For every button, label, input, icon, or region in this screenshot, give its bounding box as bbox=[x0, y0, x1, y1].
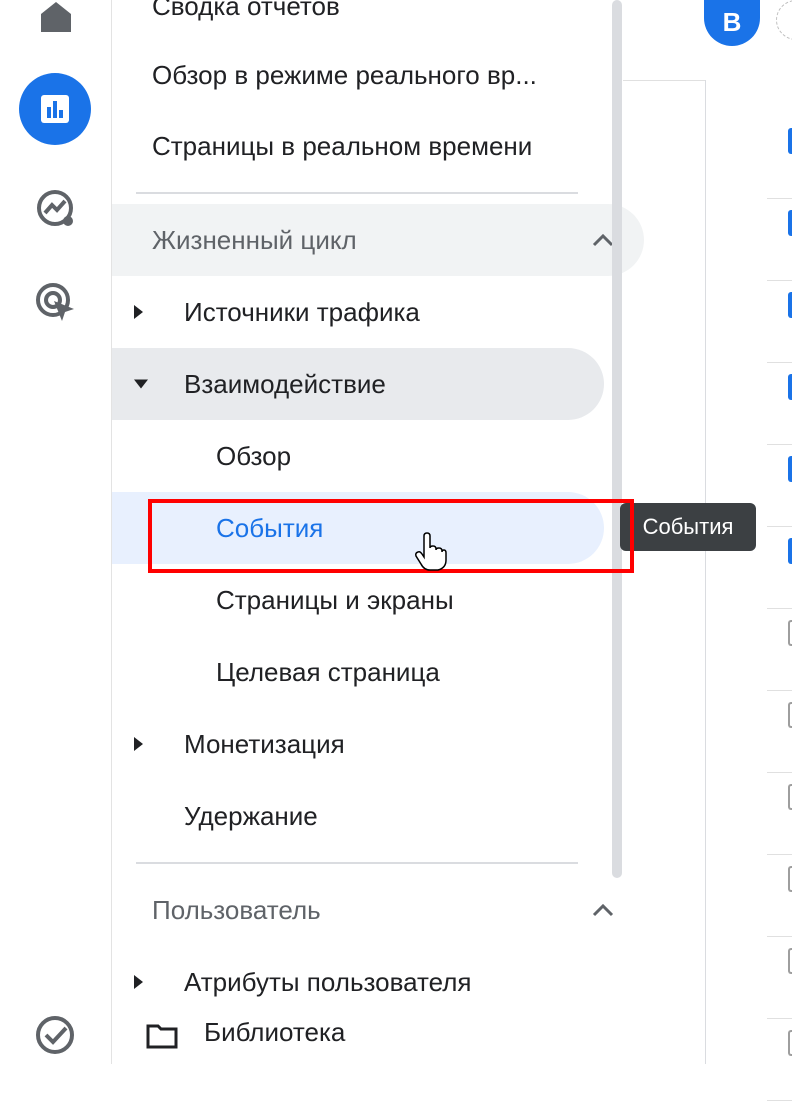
highlight-box bbox=[148, 499, 634, 573]
section-header-user[interactable]: Пользователь bbox=[112, 874, 644, 946]
row-checkbox[interactable] bbox=[788, 1030, 792, 1056]
home-icon[interactable] bbox=[36, 0, 76, 36]
row-checkbox[interactable] bbox=[788, 374, 792, 400]
nav-item-label: Удержание bbox=[184, 800, 318, 831]
row-checkbox[interactable] bbox=[788, 784, 792, 810]
nav-scrollbar[interactable] bbox=[612, 0, 622, 878]
caret-right-icon bbox=[134, 975, 143, 989]
nav-item-engagement[interactable]: Взаимодействие bbox=[112, 348, 604, 420]
table-row-divider bbox=[767, 690, 792, 691]
nav-item-label: Целевая страница bbox=[216, 656, 440, 687]
section-title: Жизненный цикл bbox=[152, 224, 357, 255]
hand-cursor-icon bbox=[415, 532, 447, 571]
section-header-lifecycle[interactable]: Жизненный цикл bbox=[112, 204, 644, 276]
row-checkbox[interactable] bbox=[788, 128, 792, 154]
table-row-divider bbox=[767, 608, 792, 609]
table-row-divider bbox=[767, 936, 792, 937]
nav-item-label: Источники трафика bbox=[184, 296, 420, 327]
table-row-divider bbox=[767, 198, 792, 199]
table-row-divider bbox=[767, 1018, 792, 1019]
explore-icon[interactable] bbox=[34, 187, 76, 229]
row-checkbox[interactable] bbox=[788, 948, 792, 974]
nav-item-label: Страницы в реальном времени bbox=[152, 130, 533, 161]
row-checkbox[interactable] bbox=[788, 456, 792, 482]
row-checkbox[interactable] bbox=[788, 538, 792, 564]
section-title: Пользователь bbox=[152, 894, 321, 925]
nav-item-label: Сводка отчетов bbox=[152, 0, 340, 21]
caret-right-icon bbox=[134, 305, 143, 319]
nav-item-landing-page[interactable]: Целевая страница bbox=[112, 636, 604, 708]
admin-check-icon[interactable] bbox=[34, 1014, 76, 1056]
chevron-up-icon bbox=[592, 233, 614, 247]
nav-item-retention[interactable]: Удержание bbox=[112, 780, 604, 852]
table-row-divider bbox=[767, 444, 792, 445]
row-checkbox[interactable] bbox=[788, 292, 792, 318]
caret-down-icon bbox=[134, 379, 148, 389]
row-checkbox[interactable] bbox=[788, 702, 792, 728]
report-table-panel bbox=[705, 80, 792, 1064]
row-checkbox[interactable] bbox=[788, 866, 792, 892]
tooltip: События bbox=[620, 503, 756, 551]
row-checkbox[interactable] bbox=[788, 210, 792, 236]
nav-item-realtime-pages[interactable]: Страницы в реальном времени bbox=[112, 110, 604, 182]
library-link[interactable]: Библиотека bbox=[112, 1000, 622, 1064]
nav-item-reports-snapshot[interactable]: Сводка отчетов bbox=[112, 0, 604, 42]
chevron-up-icon bbox=[592, 903, 614, 917]
nav-item-pages-screens[interactable]: Страницы и экраны bbox=[112, 564, 604, 636]
nav-item-label: Обзор в режиме реального вр... bbox=[152, 59, 537, 90]
nav-item-engagement-overview[interactable]: Обзор bbox=[112, 420, 604, 492]
table-row-divider bbox=[767, 526, 792, 527]
library-label: Библиотека bbox=[204, 1016, 346, 1047]
table-row-divider bbox=[767, 772, 792, 773]
nav-item-monetization[interactable]: Монетизация bbox=[112, 708, 604, 780]
reports-icon[interactable] bbox=[19, 73, 91, 145]
nav-item-label: Атрибуты пользователя bbox=[184, 966, 472, 997]
table-row-divider bbox=[767, 362, 792, 363]
table-row-divider bbox=[767, 854, 792, 855]
nav-item-realtime-overview[interactable]: Обзор в режиме реального вр... bbox=[112, 39, 604, 111]
caret-right-icon bbox=[134, 737, 143, 751]
folder-icon bbox=[146, 1024, 178, 1049]
icon-rail bbox=[0, 0, 112, 1064]
divider bbox=[136, 192, 578, 194]
nav-item-label: Взаимодействие bbox=[184, 368, 386, 399]
nav-item-label: Страницы и экраны bbox=[216, 584, 454, 615]
divider bbox=[136, 862, 578, 864]
nav-item-traffic-sources[interactable]: Источники трафика bbox=[112, 276, 604, 348]
nav-item-label: Обзор bbox=[216, 440, 292, 471]
advertising-icon[interactable] bbox=[34, 281, 78, 325]
table-row-divider bbox=[767, 280, 792, 281]
row-checkbox[interactable] bbox=[788, 620, 792, 646]
nav-item-label: Монетизация bbox=[184, 728, 345, 759]
